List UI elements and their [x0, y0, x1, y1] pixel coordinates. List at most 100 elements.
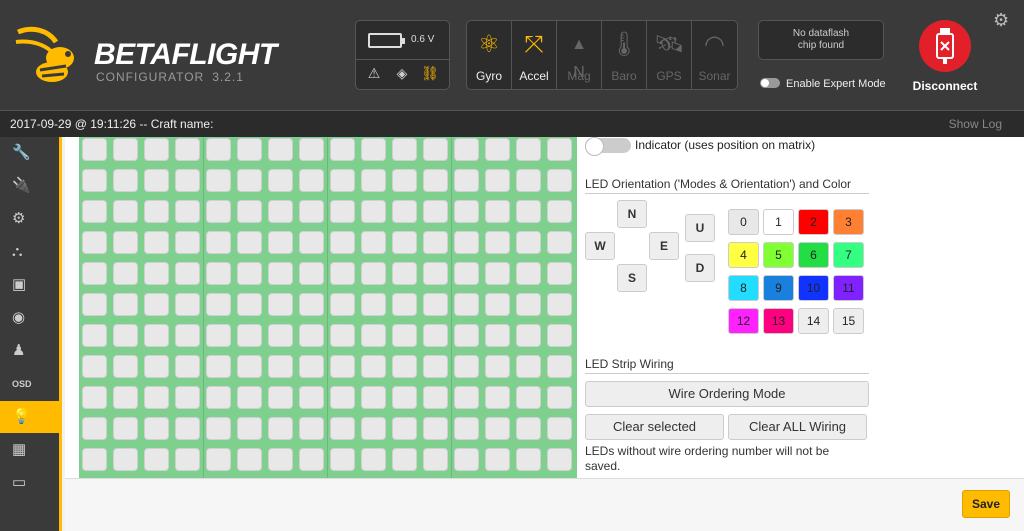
led-cell[interactable]	[268, 200, 293, 223]
led-cell[interactable]	[485, 324, 510, 347]
led-cell[interactable]	[113, 231, 138, 254]
color-swatch-4[interactable]: 4	[728, 242, 759, 268]
led-cell[interactable]	[361, 293, 386, 316]
led-cell[interactable]	[299, 262, 324, 285]
led-cell[interactable]	[423, 231, 448, 254]
led-cell[interactable]	[423, 293, 448, 316]
led-cell[interactable]	[175, 293, 200, 316]
sidebar-item-receiver[interactable]: ▣	[0, 269, 59, 301]
led-cell[interactable]	[113, 386, 138, 409]
led-cell[interactable]	[454, 355, 479, 378]
led-cell[interactable]	[268, 293, 293, 316]
led-cell[interactable]	[392, 386, 417, 409]
direction-d-button[interactable]: D	[685, 254, 715, 282]
led-cell[interactable]	[175, 200, 200, 223]
led-cell[interactable]	[206, 169, 231, 192]
sidebar-item-cli[interactable]: ▭	[0, 467, 59, 499]
led-cell[interactable]	[206, 262, 231, 285]
led-cell[interactable]	[361, 262, 386, 285]
led-cell[interactable]	[485, 138, 510, 161]
led-cell[interactable]	[175, 355, 200, 378]
led-cell[interactable]	[144, 324, 169, 347]
led-cell[interactable]	[206, 324, 231, 347]
led-cell[interactable]	[237, 262, 262, 285]
led-cell[interactable]	[82, 324, 107, 347]
color-swatch-13[interactable]: 13	[763, 308, 794, 334]
led-cell[interactable]	[175, 448, 200, 471]
led-cell[interactable]	[485, 231, 510, 254]
led-cell[interactable]	[392, 262, 417, 285]
led-cell[interactable]	[82, 169, 107, 192]
led-cell[interactable]	[516, 448, 541, 471]
led-cell[interactable]	[454, 417, 479, 440]
led-cell[interactable]	[144, 169, 169, 192]
led-cell[interactable]	[237, 417, 262, 440]
led-cell[interactable]	[392, 324, 417, 347]
led-cell[interactable]	[330, 169, 355, 192]
color-swatch-3[interactable]: 3	[833, 209, 864, 235]
led-cell[interactable]	[299, 417, 324, 440]
sidebar-item-configuration[interactable]: ⚙	[0, 203, 59, 235]
led-cell[interactable]	[237, 231, 262, 254]
led-cell[interactable]	[237, 386, 262, 409]
color-swatch-2[interactable]: 2	[798, 209, 829, 235]
led-cell[interactable]	[299, 138, 324, 161]
led-cell[interactable]	[237, 138, 262, 161]
led-cell[interactable]	[454, 448, 479, 471]
led-cell[interactable]	[485, 386, 510, 409]
color-swatch-14[interactable]: 14	[798, 308, 829, 334]
led-cell[interactable]	[175, 386, 200, 409]
led-cell[interactable]	[547, 200, 572, 223]
led-cell[interactable]	[330, 417, 355, 440]
led-cell[interactable]	[423, 262, 448, 285]
led-cell[interactable]	[113, 355, 138, 378]
led-cell[interactable]	[454, 138, 479, 161]
led-cell[interactable]	[175, 324, 200, 347]
led-cell[interactable]	[423, 138, 448, 161]
led-cell[interactable]	[392, 355, 417, 378]
led-cell[interactable]	[516, 293, 541, 316]
led-cell[interactable]	[454, 200, 479, 223]
led-cell[interactable]	[237, 355, 262, 378]
led-cell[interactable]	[547, 417, 572, 440]
led-cell[interactable]	[361, 386, 386, 409]
led-cell[interactable]	[299, 231, 324, 254]
direction-w-button[interactable]: W	[585, 232, 615, 260]
led-cell[interactable]	[423, 417, 448, 440]
led-cell[interactable]	[485, 355, 510, 378]
led-cell[interactable]	[113, 417, 138, 440]
led-cell[interactable]	[206, 448, 231, 471]
color-swatch-12[interactable]: 12	[728, 308, 759, 334]
led-cell[interactable]	[206, 200, 231, 223]
sidebar-item-modes[interactable]: ◉	[0, 302, 59, 334]
led-cell[interactable]	[547, 169, 572, 192]
sidebar-item-blackbox[interactable]: ▦	[0, 434, 59, 466]
led-cell[interactable]	[237, 293, 262, 316]
led-cell[interactable]	[299, 169, 324, 192]
led-cell[interactable]	[268, 262, 293, 285]
led-cell[interactable]	[392, 200, 417, 223]
led-cell[interactable]	[82, 293, 107, 316]
led-cell[interactable]	[268, 448, 293, 471]
color-swatch-1[interactable]: 1	[763, 209, 794, 235]
led-cell[interactable]	[361, 200, 386, 223]
led-cell[interactable]	[516, 324, 541, 347]
led-cell[interactable]	[206, 293, 231, 316]
sidebar-item-motors[interactable]: ♟	[0, 335, 59, 367]
led-cell[interactable]	[144, 293, 169, 316]
led-cell[interactable]	[423, 386, 448, 409]
led-cell[interactable]	[423, 355, 448, 378]
sidebar-item-ports[interactable]: 🔌	[0, 170, 59, 202]
led-cell[interactable]	[144, 448, 169, 471]
led-cell[interactable]	[454, 324, 479, 347]
led-cell[interactable]	[144, 231, 169, 254]
show-log-link[interactable]: Show Log	[949, 117, 1002, 131]
led-cell[interactable]	[82, 386, 107, 409]
led-cell[interactable]	[392, 231, 417, 254]
direction-u-button[interactable]: U	[685, 214, 715, 242]
gear-icon[interactable]: ⚙	[993, 10, 1013, 30]
led-cell[interactable]	[82, 231, 107, 254]
led-cell[interactable]	[361, 355, 386, 378]
led-cell[interactable]	[361, 138, 386, 161]
disconnect-label[interactable]: Disconnect	[905, 79, 985, 93]
